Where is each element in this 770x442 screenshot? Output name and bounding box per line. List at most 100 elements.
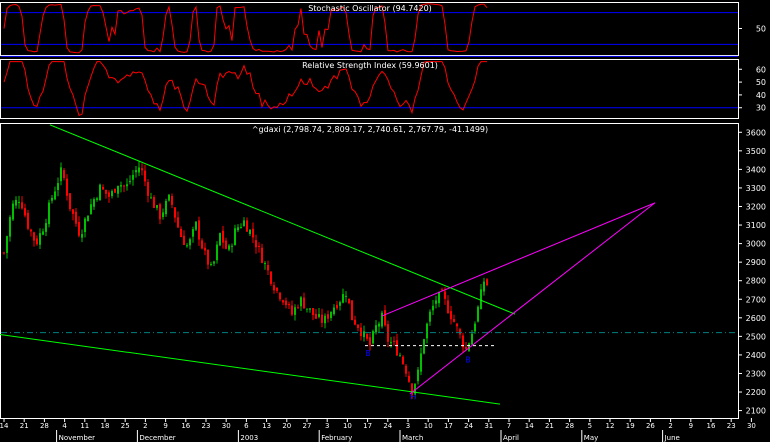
price-candle [465, 347, 467, 349]
price-candle [12, 203, 14, 220]
price-candle [360, 327, 362, 337]
rsi-y-tick-label: 50 [756, 78, 766, 87]
x-month-label: April [503, 434, 519, 442]
price-candle [78, 222, 80, 236]
price-candle [315, 313, 317, 319]
price-y-tick-label: 2200 [746, 388, 766, 397]
price-candle [450, 311, 452, 320]
price-candle [276, 287, 278, 291]
price-candle [102, 187, 104, 190]
price-y-tick-label: 3000 [746, 240, 766, 249]
x-day-label: 11 [80, 422, 89, 430]
x-month-label: June [664, 434, 680, 442]
price-candle [24, 208, 26, 216]
price-candle [177, 217, 179, 228]
price-y-tick-label: 2800 [746, 277, 766, 286]
x-day-label: 9 [163, 422, 167, 430]
price-y-tick-label: 2300 [746, 369, 766, 378]
price-candle [348, 298, 350, 304]
price-candle [441, 289, 443, 291]
price-candle [126, 184, 128, 187]
price-candle [141, 168, 143, 171]
x-day-label: 7 [507, 422, 511, 430]
price-candle [294, 307, 296, 315]
price-candle [66, 178, 68, 196]
price-candle [429, 311, 431, 322]
stoch-y-tick-label: 50 [756, 25, 766, 34]
price-candle [390, 342, 392, 344]
price-candle [87, 215, 89, 222]
trendline-upper-downtrend [49, 124, 516, 315]
price-y-tick-label: 3300 [746, 184, 766, 193]
price-candle [261, 247, 263, 263]
price-candle [108, 192, 110, 197]
x-month-label: December [139, 434, 175, 442]
price-candle [393, 340, 395, 342]
x-day-label: 23 [727, 422, 736, 430]
rsi-title: Relative Strength Index (59.9601) [302, 61, 438, 70]
price-candle [267, 265, 269, 271]
x-day-label: 4 [62, 422, 67, 430]
price-candle [456, 323, 458, 327]
price-candle [72, 209, 74, 214]
price-candle [282, 300, 284, 303]
price-candle [366, 334, 368, 339]
price-candle [399, 355, 401, 357]
price-candle [168, 194, 170, 201]
price-candle [156, 205, 158, 208]
price-candle [195, 221, 197, 230]
price-candle [96, 198, 98, 200]
price-candle [453, 319, 455, 322]
x-month-label: March [402, 434, 423, 442]
price-candle [219, 233, 221, 246]
price-candle [39, 233, 41, 245]
price-candle [120, 185, 122, 187]
price-y-tick-label: 2900 [746, 258, 766, 267]
price-candle [33, 232, 35, 241]
price-candle [54, 191, 56, 200]
price-candle [42, 231, 44, 235]
x-day-label: 24 [464, 422, 473, 430]
price-candle [90, 204, 92, 214]
price-candle [147, 182, 149, 196]
price-candle [81, 234, 83, 238]
price-candle [162, 212, 164, 218]
x-month-label: 2003 [240, 434, 258, 442]
stoch-title: Stochastic Oscillator (94.7420) [308, 4, 432, 13]
trendline-wedge-upper [381, 202, 656, 317]
x-day-label: 20 [282, 422, 291, 430]
x-day-label: 28 [40, 422, 49, 430]
price-candle [405, 365, 407, 374]
price-candle [201, 240, 203, 249]
price-candle [15, 199, 17, 206]
price-candle [240, 226, 242, 228]
price-candle [396, 340, 398, 356]
price-candle [402, 356, 404, 364]
price-candle [84, 218, 86, 232]
price-candle [198, 220, 200, 240]
price-candle [252, 228, 254, 238]
x-day-label: 21 [545, 422, 554, 430]
price-candle [63, 170, 65, 179]
price-candle [69, 193, 71, 210]
price-candle [297, 307, 299, 309]
price-candle [138, 167, 140, 173]
price-candle [330, 311, 332, 318]
price-candle [447, 300, 449, 314]
x-day-label: 17 [444, 422, 453, 430]
price-y-tick-label: 3200 [746, 202, 766, 211]
price-candle [75, 211, 77, 224]
price-candle [225, 240, 227, 249]
x-day-label: 28 [565, 422, 574, 430]
price-candle [36, 238, 38, 245]
price-y-tick-label: 3400 [746, 165, 766, 174]
price-candle [204, 247, 206, 251]
x-day-label: 23 [202, 422, 211, 430]
price-candle [438, 292, 440, 304]
x-month-label: November [59, 434, 96, 442]
x-day-label: 16 [181, 422, 190, 430]
price-candle [264, 263, 266, 265]
x-day-label: 16 [707, 422, 716, 430]
price-candle [21, 202, 23, 209]
price-y-tick-label: 3100 [746, 221, 766, 230]
